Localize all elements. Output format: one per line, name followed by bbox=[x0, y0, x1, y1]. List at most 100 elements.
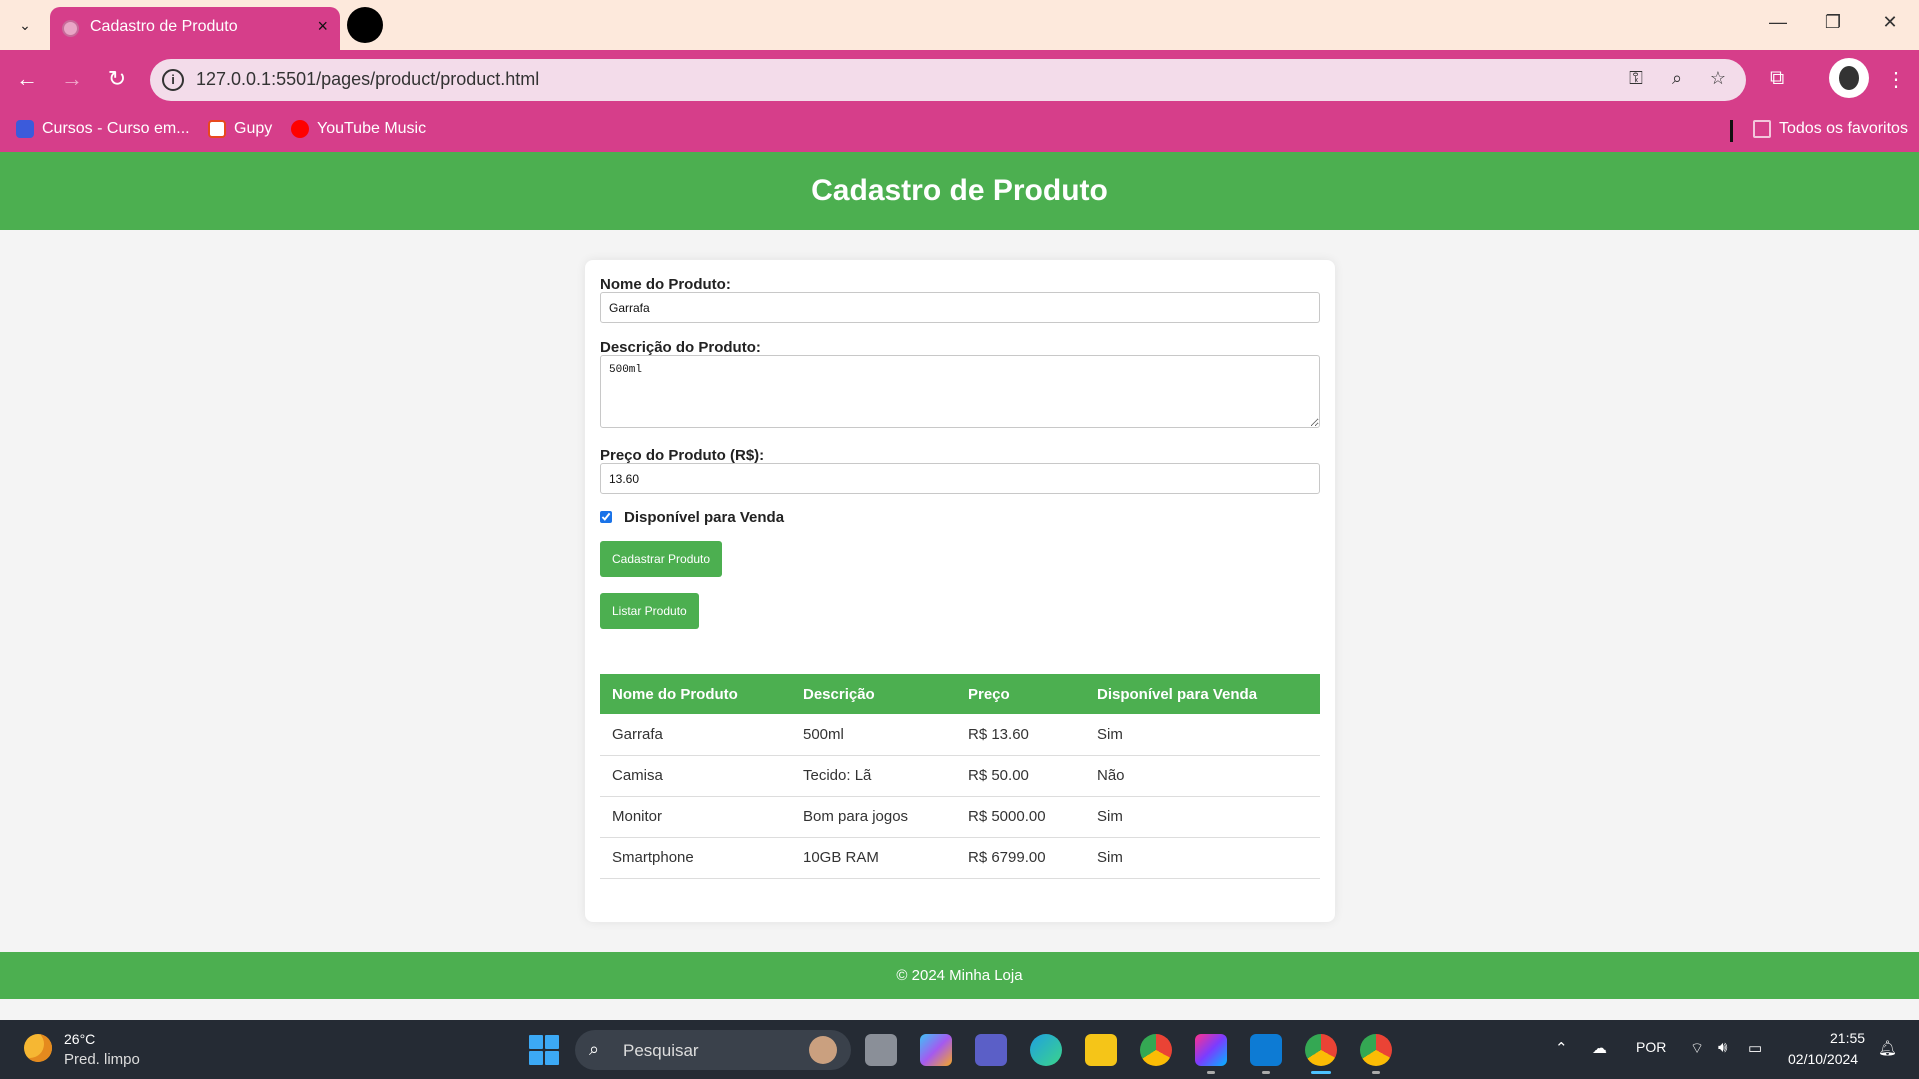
all-bookmarks-folder[interactable]: Todos os favoritos bbox=[1753, 120, 1908, 138]
menu-kebab-icon[interactable]: ⋮ bbox=[1886, 67, 1906, 92]
profile-avatar[interactable] bbox=[1829, 58, 1869, 98]
windows-taskbar: 26°C Pred. limpo ⌕ Pesquisar ⌃ ☁ POR ⌔ 🔊… bbox=[0, 1020, 1919, 1079]
search-placeholder: Pesquisar bbox=[623, 1041, 699, 1060]
reload-icon[interactable]: ↻ bbox=[104, 66, 130, 92]
product-name-input[interactable] bbox=[600, 292, 1320, 323]
available-checkbox[interactable] bbox=[600, 511, 612, 523]
table-header-available: Disponível para Venda bbox=[1085, 674, 1320, 714]
wifi-icon[interactable]: ⌔ bbox=[1690, 1039, 1704, 1058]
clock-date[interactable]: 02/10/2024 bbox=[1788, 1051, 1858, 1067]
table-cell: Tecido: Lã bbox=[791, 755, 956, 797]
vscode-icon[interactable] bbox=[1250, 1034, 1282, 1066]
globe-icon bbox=[62, 20, 79, 37]
browser-tab[interactable]: Cadastro de Produto × bbox=[50, 7, 340, 50]
extensions-icon[interactable]: ⧉ bbox=[1770, 67, 1784, 90]
table-cell: Sim bbox=[1085, 714, 1320, 756]
search-highlight-icon bbox=[809, 1036, 837, 1064]
chrome-profile-icon[interactable] bbox=[1305, 1034, 1337, 1066]
bookmark-gupy[interactable]: Gupy bbox=[208, 120, 272, 138]
volume-icon[interactable]: 🔊︎ bbox=[1718, 1039, 1727, 1056]
browser-toolbar: ← → ↻ i 127.0.0.1:5501/pages/product/pro… bbox=[0, 50, 1919, 152]
weather-temperature: 26°C bbox=[64, 1031, 96, 1047]
table-cell: Garrafa bbox=[600, 714, 791, 756]
product-form-card: Nome do Produto: Descrição do Produto: 5… bbox=[585, 260, 1335, 922]
table-cell: Bom para jogos bbox=[791, 796, 956, 838]
youtube-music-icon bbox=[291, 120, 309, 138]
language-indicator[interactable]: POR bbox=[1636, 1039, 1666, 1055]
table-cell: Camisa bbox=[600, 755, 791, 797]
app-running-indicator bbox=[1262, 1071, 1270, 1074]
app-running-indicator bbox=[1207, 1071, 1215, 1074]
page-header: Cadastro de Produto bbox=[0, 152, 1919, 230]
table-header-price: Preço bbox=[956, 674, 1085, 714]
clock-time[interactable]: 21:55 bbox=[1830, 1030, 1865, 1046]
table-header-description: Descrição bbox=[791, 674, 956, 714]
file-explorer-icon[interactable] bbox=[1085, 1034, 1117, 1066]
product-price-label: Preço do Produto (R$): bbox=[600, 447, 765, 464]
new-tab-button[interactable] bbox=[347, 7, 383, 43]
submit-product-button[interactable]: Cadastrar Produto bbox=[600, 541, 723, 577]
search-icon: ⌕ bbox=[589, 1039, 600, 1059]
product-name-label: Nome do Produto: bbox=[600, 276, 731, 293]
gupy-icon bbox=[208, 120, 226, 138]
footer-copyright: © 2024 Minha Loja bbox=[896, 967, 1023, 984]
products-table: Nome do Produto Descrição Preço Disponív… bbox=[600, 674, 1320, 879]
table-row: Smartphone 10GB RAM R$ 6799.00 Sim bbox=[600, 837, 1320, 879]
url-text[interactable]: 127.0.0.1:5501/pages/product/product.htm… bbox=[196, 69, 539, 90]
tab-title: Cadastro de Produto bbox=[90, 18, 238, 35]
windows-start-icon[interactable] bbox=[529, 1035, 559, 1065]
bookmark-cursos[interactable]: Cursos - Curso em... bbox=[16, 120, 190, 138]
show-hidden-icons-chevron-icon[interactable]: ⌃ bbox=[1555, 1039, 1568, 1057]
key-icon[interactable]: ⚿ bbox=[1624, 68, 1648, 89]
edge-icon[interactable] bbox=[1030, 1034, 1062, 1066]
app-active-indicator bbox=[1311, 1071, 1331, 1074]
intellij-icon[interactable] bbox=[1195, 1034, 1227, 1066]
battery-icon[interactable]: ▭ bbox=[1748, 1039, 1762, 1057]
table-cell: 10GB RAM bbox=[791, 837, 956, 879]
table-row: Monitor Bom para jogos R$ 5000.00 Sim bbox=[600, 796, 1320, 838]
bookmark-youtube-music[interactable]: YouTube Music bbox=[291, 120, 426, 138]
available-label: Disponível para Venda bbox=[624, 509, 785, 526]
play-icon bbox=[16, 120, 34, 138]
zoom-icon[interactable]: ⌕ bbox=[1665, 68, 1689, 89]
product-price-input[interactable] bbox=[600, 463, 1320, 494]
table-row: Garrafa 500ml R$ 13.60 Sim bbox=[600, 714, 1320, 756]
table-cell: Não bbox=[1085, 755, 1320, 797]
bookmarks-bar: Cursos - Curso em... Gupy YouTube Music … bbox=[0, 112, 1919, 152]
tab-search-chevron-icon[interactable]: ⌄ bbox=[14, 14, 36, 36]
list-products-button[interactable]: Listar Produto bbox=[600, 593, 699, 629]
taskbar-search[interactable]: ⌕ Pesquisar bbox=[575, 1030, 851, 1070]
copilot-icon[interactable] bbox=[920, 1034, 952, 1066]
minimize-icon[interactable]: — bbox=[1766, 12, 1790, 33]
back-arrow-icon[interactable]: ← bbox=[14, 66, 40, 92]
chrome-icon[interactable] bbox=[1140, 1034, 1172, 1066]
chrome-profile-2-icon[interactable] bbox=[1360, 1034, 1392, 1066]
task-view-icon[interactable] bbox=[865, 1034, 897, 1066]
onedrive-cloud-icon[interactable]: ☁ bbox=[1592, 1039, 1607, 1057]
table-cell: Sim bbox=[1085, 837, 1320, 879]
table-cell: Sim bbox=[1085, 796, 1320, 838]
folder-icon bbox=[1753, 120, 1771, 138]
close-window-icon[interactable]: ✕ bbox=[1878, 12, 1902, 33]
bookmark-star-icon[interactable]: ☆ bbox=[1706, 68, 1730, 89]
restore-icon[interactable]: ❐ bbox=[1821, 12, 1845, 33]
app-running-indicator bbox=[1372, 1071, 1380, 1074]
table-header-row: Nome do Produto Descrição Preço Disponív… bbox=[600, 674, 1320, 714]
table-cell: Monitor bbox=[600, 796, 791, 838]
page-footer: © 2024 Minha Loja bbox=[0, 952, 1919, 999]
forward-arrow-icon[interactable]: → bbox=[59, 66, 85, 92]
browser-tab-strip: ⌄ Cadastro de Produto × — ❐ ✕ bbox=[0, 0, 1919, 50]
table-cell: R$ 50.00 bbox=[956, 755, 1085, 797]
table-row: Camisa Tecido: Lã R$ 50.00 Não bbox=[600, 755, 1320, 797]
table-cell: Smartphone bbox=[600, 837, 791, 879]
table-cell: 500ml bbox=[791, 714, 956, 756]
weather-moon-icon bbox=[24, 1034, 52, 1062]
table-header-name: Nome do Produto bbox=[600, 674, 791, 714]
address-bar[interactable]: i 127.0.0.1:5501/pages/product/product.h… bbox=[150, 59, 1746, 101]
teams-icon[interactable] bbox=[975, 1034, 1007, 1066]
site-info-icon[interactable]: i bbox=[162, 69, 184, 91]
product-description-textarea[interactable]: 500ml bbox=[600, 355, 1320, 428]
notification-bell-icon[interactable]: 🔔︎ bbox=[1878, 1039, 1897, 1057]
tab-close-icon[interactable]: × bbox=[317, 16, 328, 37]
product-description-label: Descrição do Produto: bbox=[600, 339, 761, 356]
